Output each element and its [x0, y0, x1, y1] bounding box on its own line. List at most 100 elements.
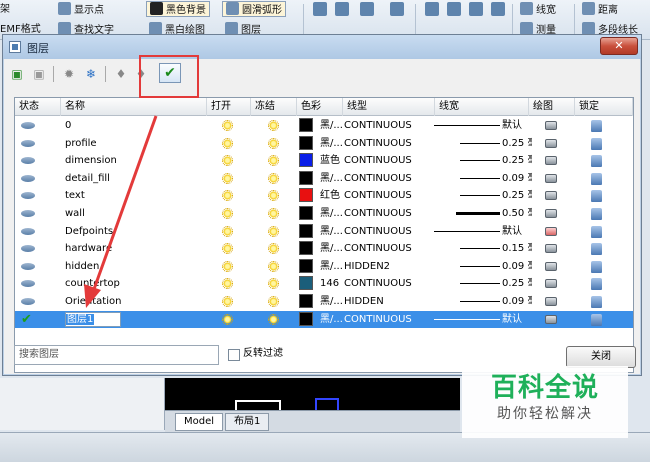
- layer-color-swatch[interactable]: [299, 206, 313, 220]
- lock-icon[interactable]: [591, 137, 602, 150]
- arrow-right-icon[interactable]: [447, 2, 461, 16]
- layer-freeze-sun-icon[interactable]: [268, 313, 279, 325]
- layer-lineweight[interactable]: 默认: [502, 117, 532, 135]
- layer-linetype[interactable]: CONTINUOUS: [344, 311, 434, 329]
- layer-on-bulb-icon[interactable]: [222, 278, 233, 290]
- gear-icon[interactable]: ✹: [61, 66, 77, 82]
- layer-lineweight[interactable]: 0.15 毫米: [502, 240, 532, 258]
- layer-freeze-sun-icon[interactable]: [268, 243, 279, 255]
- plot-printer-icon[interactable]: [545, 156, 557, 166]
- plot-printer-icon[interactable]: [545, 173, 557, 183]
- layer-lineweight[interactable]: 0.50 毫米: [502, 205, 532, 223]
- table-row[interactable]: hardware 黑/...CONTINUOUS 0.15 毫米: [15, 240, 633, 258]
- layer-name[interactable]: text: [65, 187, 205, 205]
- layer-freeze-sun-icon[interactable]: [268, 208, 279, 219]
- layer-name[interactable]: countertop: [65, 275, 205, 293]
- delete-layer-icon[interactable]: ▣: [31, 66, 47, 82]
- plot-printer-icon[interactable]: [545, 138, 557, 148]
- layer-freeze-sun-icon[interactable]: [268, 172, 279, 184]
- layer-lineweight[interactable]: 0.09 毫米: [502, 293, 532, 311]
- toolbar-item-smooth-arc[interactable]: 圆滑弧形: [222, 1, 286, 17]
- pan-hand-icon[interactable]: [390, 2, 404, 16]
- tab-model[interactable]: Model: [175, 413, 224, 431]
- plot-printer-icon[interactable]: [545, 226, 557, 236]
- plot-printer-icon[interactable]: [545, 297, 557, 306]
- layer-name[interactable]: dimension: [65, 152, 205, 170]
- layer-linetype[interactable]: CONTINUOUS: [344, 275, 434, 293]
- layer-lineweight[interactable]: 0.25 毫米: [502, 135, 532, 153]
- layer-freeze-sun-icon[interactable]: [268, 260, 279, 272]
- layer-color-swatch[interactable]: [299, 153, 313, 168]
- layer-on-bulb-icon[interactable]: [222, 155, 233, 167]
- layer-on-bulb-icon[interactable]: [222, 296, 233, 307]
- toolbar-item-distance[interactable]: 距离: [582, 2, 618, 18]
- layer-color-swatch[interactable]: [299, 311, 313, 326]
- lock-icon[interactable]: [591, 155, 602, 168]
- layer-freeze-sun-icon[interactable]: [268, 278, 279, 290]
- layer-freeze-sun-icon[interactable]: [268, 120, 279, 131]
- lock-icon[interactable]: [591, 260, 602, 273]
- layer-linetype[interactable]: CONTINUOUS: [344, 135, 434, 153]
- lock-icon[interactable]: [591, 278, 602, 291]
- table-row[interactable]: dimension 蓝色 CONTINUOUS 0.25 毫米: [15, 152, 633, 170]
- plot-printer-icon[interactable]: [545, 279, 557, 289]
- layer-name[interactable]: hardware: [65, 240, 205, 258]
- lock-icon[interactable]: [591, 296, 602, 308]
- table-row[interactable]: ✔ 图层1 黑/... CONTINUOUS 默认: [15, 310, 633, 329]
- layer-color-swatch[interactable]: [299, 241, 313, 256]
- toolbar-item-line-width[interactable]: 线宽: [520, 2, 556, 18]
- plot-printer-icon[interactable]: [545, 314, 557, 324]
- column-status[interactable]: 状态: [15, 98, 61, 116]
- layer-linetype[interactable]: CONTINUOUS: [344, 240, 434, 258]
- close-window-button[interactable]: ✕: [600, 37, 638, 55]
- layer-name[interactable]: profile: [65, 135, 205, 153]
- layer-freeze-sun-icon[interactable]: [268, 296, 279, 307]
- table-row[interactable]: countertop 146 CONTINUOUS 0.25 毫米: [15, 275, 633, 293]
- close-button[interactable]: 关闭: [566, 346, 636, 368]
- layer-color-swatch[interactable]: [299, 258, 313, 273]
- freeze-icon[interactable]: ❄: [83, 66, 99, 82]
- column-linetype[interactable]: 线型: [343, 98, 435, 116]
- layer-on-bulb-icon[interactable]: [222, 120, 233, 131]
- table-row[interactable]: hidden 黑/...HIDDEN2 0.09 毫米: [15, 258, 633, 276]
- zoom-window-icon[interactable]: [335, 2, 349, 16]
- light-bulb-icon[interactable]: ♦: [113, 66, 129, 82]
- new-layer-icon[interactable]: ▣: [9, 66, 25, 82]
- layer-color-swatch[interactable]: [299, 276, 313, 291]
- layer-linetype[interactable]: CONTINUOUS: [344, 187, 434, 205]
- column-name[interactable]: 名称: [61, 98, 207, 116]
- layer-linetype[interactable]: HIDDEN: [344, 293, 434, 311]
- layer-freeze-sun-icon[interactable]: [268, 137, 279, 149]
- table-row[interactable]: Orientation 黑/...HIDDEN 0.09 毫米: [15, 293, 633, 311]
- layer-on-bulb-icon[interactable]: [222, 313, 233, 325]
- table-row[interactable]: Defpoints 黑/... CONTINUOUS 默认: [15, 223, 633, 241]
- toolbar-item-black-bg[interactable]: 黑色背景: [146, 1, 210, 17]
- layer-on-bulb-icon[interactable]: [222, 208, 233, 219]
- column-lock[interactable]: 锁定: [575, 98, 633, 116]
- arrow-left-icon[interactable]: [425, 2, 439, 16]
- layer-name[interactable]: 0: [65, 117, 205, 135]
- dialog-titlebar[interactable]: 图层 ✕: [3, 35, 641, 59]
- layer-linetype[interactable]: CONTINUOUS: [344, 152, 434, 170]
- lock-icon[interactable]: [591, 208, 602, 220]
- layer-on-bulb-icon[interactable]: [222, 243, 233, 255]
- table-row[interactable]: detail_fill 黑/...CONTINUOUS 0.09 毫米: [15, 170, 633, 188]
- lock-icon[interactable]: [591, 225, 602, 238]
- layer-lineweight[interactable]: 默认: [502, 223, 532, 241]
- layer-freeze-sun-icon[interactable]: [268, 155, 279, 167]
- layer-on-bulb-icon[interactable]: [222, 260, 233, 272]
- layer-freeze-sun-icon[interactable]: [268, 225, 279, 237]
- layer-color-swatch[interactable]: [299, 135, 313, 150]
- column-plot[interactable]: 绘图: [529, 98, 575, 116]
- plot-printer-icon[interactable]: [545, 244, 557, 254]
- layer-name-input[interactable]: 图层1: [65, 311, 121, 327]
- rotate-icon[interactable]: [469, 2, 483, 16]
- layer-name[interactable]: wall: [65, 205, 205, 223]
- layer-lineweight[interactable]: 0.25 毫米: [502, 152, 532, 170]
- layer-name[interactable]: hidden: [65, 258, 205, 276]
- layer-lineweight[interactable]: 0.09 毫米: [502, 258, 532, 276]
- column-color[interactable]: 色彩: [297, 98, 343, 116]
- table-row[interactable]: 0 黑/... CONTINUOUS 默认: [15, 117, 633, 135]
- layer-linetype[interactable]: HIDDEN2: [344, 258, 434, 276]
- refresh-icon[interactable]: [491, 2, 505, 16]
